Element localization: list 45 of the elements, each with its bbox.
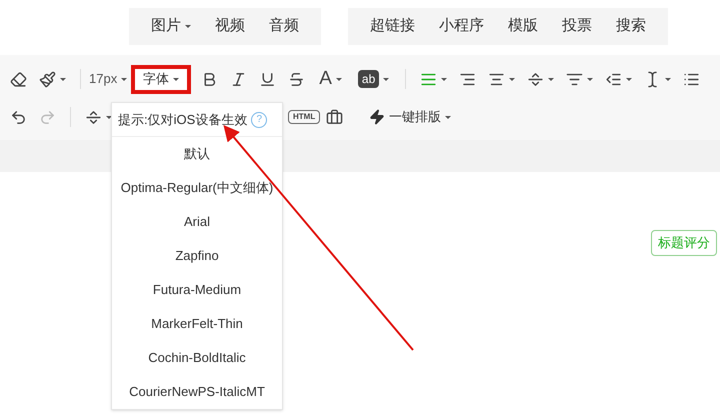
- font-option[interactable]: Optima-Regular(中文细体): [112, 171, 282, 205]
- font-button[interactable]: 字体: [131, 64, 192, 94]
- caret-icon: [626, 78, 632, 80]
- strikethrough-icon: [288, 70, 306, 88]
- undo-icon: [10, 108, 27, 126]
- caret-icon: [383, 78, 390, 80]
- eraser-icon: [10, 70, 27, 88]
- font-color-button[interactable]: A: [311, 64, 350, 94]
- caret-icon: [445, 116, 452, 118]
- html-button[interactable]: HTML: [288, 110, 320, 124]
- highlight-button[interactable]: ab: [350, 70, 398, 88]
- font-option[interactable]: Futura-Medium: [112, 273, 282, 307]
- caret-icon: [121, 78, 128, 80]
- insert-tab[interactable]: 小程序: [429, 15, 494, 38]
- divider-icon: [85, 108, 102, 126]
- caret-icon: [336, 78, 342, 80]
- caret-icon: [173, 78, 180, 80]
- caret-icon: [587, 78, 594, 80]
- font-option[interactable]: Zapfino: [112, 239, 282, 273]
- underline-icon: [259, 70, 276, 88]
- lightning-icon: [369, 109, 386, 125]
- hint-text: 提示:仅对iOS设备生效: [118, 110, 248, 129]
- font-size-button[interactable]: 17px: [89, 69, 132, 89]
- format-brush-icon: [39, 70, 56, 88]
- caret-icon: [509, 78, 516, 80]
- insert-tab[interactable]: 搜索: [606, 15, 656, 38]
- insert-tab[interactable]: 超链接: [360, 15, 425, 38]
- one-click-format-button[interactable]: 一键排版: [369, 107, 452, 127]
- caret-icon: [665, 78, 672, 80]
- insert-tab[interactable]: 模版: [498, 15, 548, 38]
- caret-icon: [60, 78, 66, 80]
- font-option[interactable]: 默认: [112, 137, 282, 171]
- briefcase-icon: [326, 108, 344, 126]
- insert-tab[interactable]: 视频: [205, 15, 255, 38]
- redo-icon: [39, 108, 56, 126]
- insert-tab[interactable]: 投票: [552, 15, 602, 38]
- font-option[interactable]: MarkerFelt-Thin: [112, 307, 282, 341]
- font-option[interactable]: CourierNewPS-ItalicMT: [112, 375, 282, 409]
- font-option[interactable]: Cochin-BoldItalic: [112, 341, 282, 375]
- font-option[interactable]: Arial: [112, 205, 282, 239]
- insert-tab[interactable]: 图片: [141, 15, 201, 38]
- insert-tab[interactable]: 音频: [259, 15, 309, 38]
- caret-icon: [441, 78, 448, 80]
- line-height-icon: [527, 70, 544, 88]
- caret-icon: [548, 78, 554, 80]
